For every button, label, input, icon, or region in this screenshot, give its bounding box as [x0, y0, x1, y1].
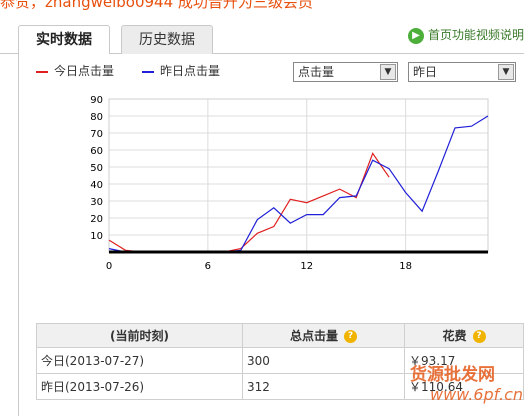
- day-select[interactable]: 昨日 ▼: [408, 62, 516, 82]
- y-tick-label: 20: [90, 214, 103, 225]
- table-header-row: (当前时刻) 总点击量? 花费?: [36, 323, 524, 348]
- legend-yesterday: 昨日点击量: [142, 63, 220, 79]
- help-question-icon[interactable]: ?: [472, 330, 486, 343]
- chevron-down-icon: ▼: [498, 64, 514, 80]
- clicks-line-chart: 10 20 30 40 50 60 70 80 90 0 6 12 18: [90, 95, 489, 272]
- y-tick-label: 90: [90, 95, 103, 106]
- header-current-time: (当前时刻): [36, 323, 243, 348]
- video-help-link[interactable]: ▶ 首页功能视频说明: [408, 26, 524, 44]
- legend-today-label: 今日点击量: [54, 64, 115, 78]
- video-help-label: 首页功能视频说明: [428, 28, 524, 42]
- congrats-banner: 恭贺，zhangweibo0944 成功晋升为三级会员: [0, 0, 313, 11]
- x-tick-label: 18: [399, 261, 412, 272]
- tab-realtime-data[interactable]: 实时数据: [18, 25, 110, 56]
- watermark-url: www.6pf.cn: [430, 385, 524, 404]
- row-clicks: 312: [242, 373, 405, 400]
- y-tick-label: 10: [90, 231, 103, 242]
- help-question-icon[interactable]: ?: [344, 330, 357, 343]
- legend-today-swatch: [36, 70, 48, 73]
- series-line: [108, 152, 390, 253]
- day-select-value: 昨日: [413, 65, 438, 79]
- legend-yesterday-label: 昨日点击量: [160, 64, 221, 78]
- chevron-down-icon: ▼: [380, 64, 396, 80]
- header-total-clicks: 总点击量?: [242, 323, 405, 348]
- x-tick-label: 12: [300, 261, 313, 272]
- x-tick-label: 6: [205, 261, 211, 272]
- plot-frame: [108, 98, 489, 253]
- x-tick-label: 0: [106, 261, 112, 272]
- y-tick-label: 30: [90, 197, 103, 208]
- header-cost: 花费?: [404, 323, 524, 348]
- y-tick-label: 50: [90, 163, 103, 174]
- legend-yesterday-swatch: [142, 70, 154, 73]
- video-play-icon: ▶: [408, 27, 424, 44]
- y-tick-label: 60: [90, 146, 103, 157]
- metric-select-value: 点击量: [298, 65, 335, 79]
- y-tick-label: 40: [90, 180, 103, 191]
- legend-today: 今日点击量: [36, 63, 114, 79]
- row-date: 昨日(2013-07-26): [36, 373, 243, 400]
- tab-history-data[interactable]: 历史数据: [121, 25, 213, 55]
- metric-select[interactable]: 点击量 ▼: [293, 62, 398, 82]
- y-tick-label: 70: [90, 129, 103, 140]
- row-date: 今日(2013-07-27): [36, 347, 243, 374]
- row-clicks: 300: [242, 347, 405, 374]
- y-tick-label: 80: [90, 112, 103, 123]
- watermark-text: 货源批发网: [410, 365, 495, 385]
